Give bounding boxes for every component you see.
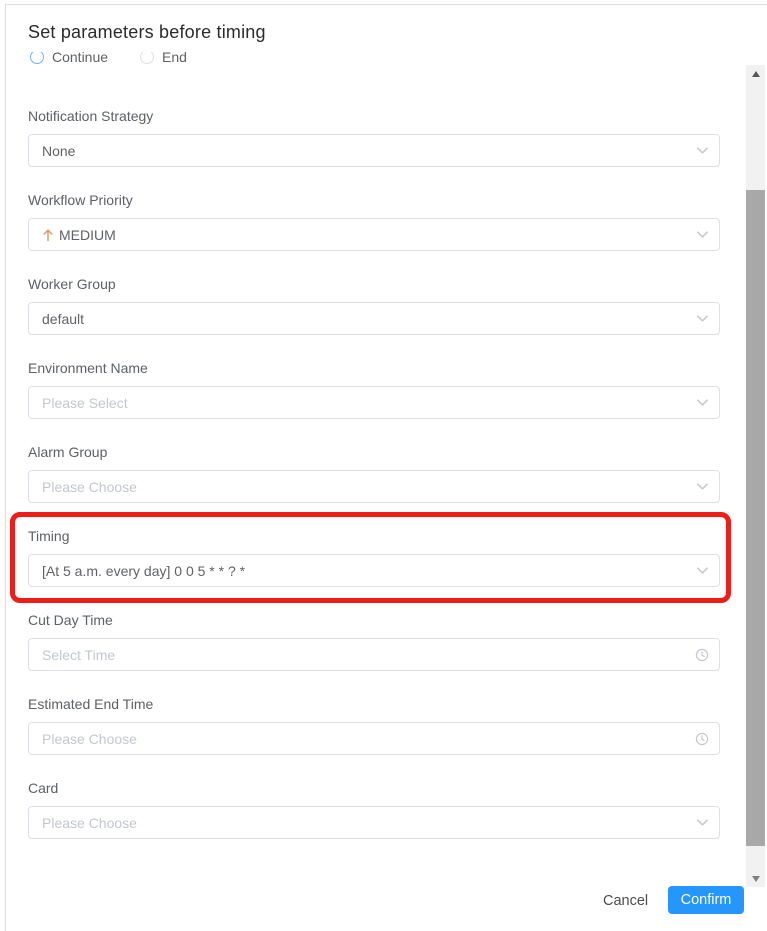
field-group-workflow-priority: Workflow Priority MEDIUM	[28, 192, 720, 262]
chevron-down-icon	[695, 480, 709, 494]
chevron-down-icon	[695, 564, 709, 578]
execution-state-radio-group: Continue End	[30, 52, 187, 68]
workflow-priority-label: Workflow Priority	[28, 192, 133, 208]
card-placeholder: Please Choose	[42, 815, 137, 831]
environment-name-placeholder: Please Select	[42, 395, 128, 411]
cut-day-time-label: Cut Day Time	[28, 612, 113, 628]
timing-label: Timing	[28, 528, 70, 544]
clock-icon	[695, 732, 709, 746]
radio-option-label: End	[162, 52, 187, 65]
notification-strategy-label: Notification Strategy	[28, 108, 153, 124]
environment-name-select[interactable]: Please Select	[28, 386, 720, 419]
field-group-estimated-end-time: Estimated End Time Please Choose	[28, 696, 720, 766]
scrollbar-down-button[interactable]	[746, 870, 765, 887]
environment-name-label: Environment Name	[28, 360, 148, 376]
confirm-button[interactable]: Confirm	[668, 886, 744, 914]
cancel-button[interactable]: Cancel	[595, 888, 656, 913]
worker-group-label: Worker Group	[28, 276, 116, 292]
estimated-end-time-label: Estimated End Time	[28, 696, 153, 712]
scroll-down-arrow-icon	[752, 876, 760, 882]
field-group-worker-group: Worker Group default	[28, 276, 720, 346]
dialog-top-border	[5, 4, 767, 5]
clock-icon	[695, 648, 709, 662]
dialog-body: Continue End Notification Strategy None Wo…	[6, 52, 745, 882]
chevron-down-icon	[695, 144, 709, 158]
field-group-environment-name: Environment Name Please Select	[28, 360, 720, 430]
radio-option-end[interactable]: End	[140, 52, 187, 65]
timing-select[interactable]: [At 5 a.m. every day] 0 0 5 * * ? *	[28, 554, 720, 587]
scrollbar-up-button[interactable]	[746, 65, 765, 82]
estimated-end-time-select[interactable]: Please Choose	[28, 722, 720, 755]
alarm-group-label: Alarm Group	[28, 444, 107, 460]
field-group-cut-day-time: Cut Day Time Select Time	[28, 612, 720, 682]
worker-group-select[interactable]: default	[28, 302, 720, 335]
timing-value: [At 5 a.m. every day] 0 0 5 * * ? *	[42, 563, 245, 579]
notification-strategy-value: None	[42, 143, 75, 159]
card-select[interactable]: Please Choose	[28, 806, 720, 839]
chevron-down-icon	[695, 312, 709, 326]
radio-option-continue[interactable]: Continue	[30, 52, 108, 65]
chevron-down-icon	[695, 228, 709, 242]
worker-group-value: default	[42, 311, 84, 327]
alarm-group-placeholder: Please Choose	[42, 479, 137, 495]
field-group-card: Card Please Choose	[28, 780, 720, 850]
cut-day-time-select[interactable]: Select Time	[28, 638, 720, 671]
radio-selected-icon	[30, 52, 44, 64]
priority-up-arrow-icon	[42, 228, 54, 242]
scrollbar-track[interactable]	[746, 65, 765, 887]
estimated-end-time-placeholder: Please Choose	[42, 731, 137, 747]
workflow-priority-select[interactable]: MEDIUM	[28, 218, 720, 251]
workflow-priority-value: MEDIUM	[59, 227, 116, 243]
field-group-notification-strategy: Notification Strategy None	[28, 108, 720, 178]
chevron-down-icon	[695, 816, 709, 830]
card-label: Card	[28, 780, 58, 796]
field-group-timing: Timing [At 5 a.m. every day] 0 0 5 * * ? …	[28, 528, 720, 598]
radio-unselected-icon	[140, 52, 154, 64]
scroll-up-arrow-icon	[752, 71, 760, 77]
alarm-group-select[interactable]: Please Choose	[28, 470, 720, 503]
chevron-down-icon	[695, 396, 709, 410]
field-group-alarm-group: Alarm Group Please Choose	[28, 444, 720, 514]
notification-strategy-select[interactable]: None	[28, 134, 720, 167]
radio-option-label: Continue	[52, 52, 108, 65]
dialog-title: Set parameters before timing	[28, 22, 266, 43]
scrollbar-thumb[interactable]	[746, 190, 765, 846]
cut-day-time-placeholder: Select Time	[42, 647, 115, 663]
